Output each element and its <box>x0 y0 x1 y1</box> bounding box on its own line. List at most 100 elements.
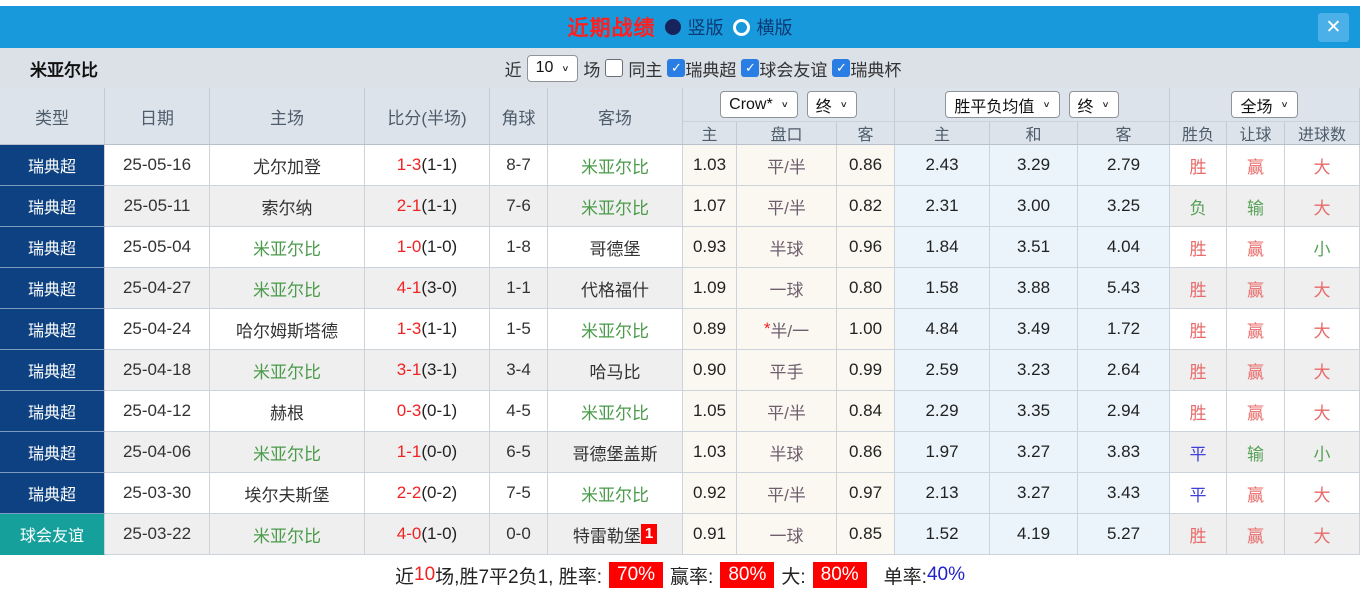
avg-draw-cell: 3.27 <box>990 473 1078 514</box>
recent-results-dialog: 近期战绩 竖版 横版 ✕ 米亚尔比 近 10 ∨ 场 同主 ✓ 瑞典超 ✓ 球会… <box>0 0 1360 595</box>
avg-away-cell: 2.79 <box>1078 145 1170 186</box>
table-row: 瑞典超 25-04-06 米亚尔比 1-1 (0-0) 6-5 哥德堡盖斯 1.0… <box>0 432 1360 473</box>
result-cell: 胜 <box>1170 227 1227 268</box>
corner-cell: 3-4 <box>490 350 548 391</box>
close-button[interactable]: ✕ <box>1318 13 1349 42</box>
table-row: 瑞典超 25-04-18 米亚尔比 3-1 (3-1) 3-4 哈马比 0.90 … <box>0 350 1360 391</box>
bookmaker-time-select[interactable]: 终 ∨ <box>806 91 857 118</box>
league-checkbox-checked[interactable]: ✓ <box>667 59 686 77</box>
home-team-cell: 埃尔夫斯堡 <box>210 473 365 514</box>
match-type-cell: 球会友谊 <box>0 514 105 555</box>
away-team-name: 哥德堡盖斯 <box>572 444 658 464</box>
odds-home-cell: 0.92 <box>683 473 737 514</box>
handicap-cell: 平/半 <box>737 391 837 432</box>
fulltime-score: 0-3 <box>396 401 422 420</box>
table-row: 瑞典超 25-04-24 哈尔姆斯塔德 1-3 (1-1) 1-5 米亚尔比 0.… <box>0 309 1360 350</box>
home-team-name: 米亚尔比 <box>253 444 321 464</box>
away-team-name: 米亚尔比 <box>581 321 649 341</box>
rows-count-select[interactable]: 10 ∨ <box>526 54 579 82</box>
radio-vertical-layout[interactable]: 竖版 <box>664 14 724 40</box>
avg-away-cell: 2.64 <box>1078 350 1170 391</box>
result-cell: 胜 <box>1170 350 1227 391</box>
col-header-type: 类型 <box>0 88 105 144</box>
col-header-away: 客场 <box>548 88 683 144</box>
match-date-cell: 25-04-12 <box>105 391 210 432</box>
handicap-result-cell: 赢 <box>1227 309 1285 350</box>
filters-group: 近 10 ∨ 场 同主 ✓ 瑞典超 ✓ 球会友谊 ✓ 瑞典杯 <box>459 54 901 82</box>
rows-count-value: 10 <box>535 59 554 76</box>
home-team-cell: 米亚尔比 <box>210 514 365 555</box>
handicap-cell: 平/半 <box>737 145 837 186</box>
handicap-result-cell: 赢 <box>1227 473 1285 514</box>
fulltime-score: 1-0 <box>396 237 422 256</box>
avg-time-select[interactable]: 终 ∨ <box>1068 91 1119 118</box>
win-rate-badge: 70% <box>609 562 664 588</box>
halftime-score: (0-0) <box>421 442 458 461</box>
handicap-cell: 半球 <box>737 227 837 268</box>
avg-draw-cell: 3.51 <box>990 227 1078 268</box>
filter-bar: 米亚尔比 近 10 ∨ 场 同主 ✓ 瑞典超 ✓ 球会友谊 ✓ 瑞典杯 <box>0 48 1360 88</box>
match-date-cell: 25-03-30 <box>105 473 210 514</box>
away-team-cell: 米亚尔比 <box>548 391 683 432</box>
home-team-cell: 赫根 <box>210 391 365 432</box>
match-date-cell: 25-04-06 <box>105 432 210 473</box>
home-team-cell: 米亚尔比 <box>210 227 365 268</box>
avg-draw-cell: 3.35 <box>990 391 1078 432</box>
result-cell: 平 <box>1170 473 1227 514</box>
result-cell: 平 <box>1170 432 1227 473</box>
odds-away-cell: 0.80 <box>837 268 895 309</box>
match-type-cell: 瑞典超 <box>0 145 105 186</box>
scope-select[interactable]: 全场 ∨ <box>1231 91 1298 118</box>
handicap-value: 半/一 <box>770 321 810 341</box>
radio-selected-icon[interactable] <box>664 19 681 35</box>
handicap-value: 平/半 <box>767 198 806 218</box>
dialog-titlebar: 近期战绩 竖版 横版 ✕ <box>0 6 1360 48</box>
sub-header-handicap: 盘口 <box>737 122 837 144</box>
home-team-name: 米亚尔比 <box>253 280 321 300</box>
corner-cell: 0-0 <box>490 514 548 555</box>
radio-horizontal-layout[interactable]: 横版 <box>732 14 793 40</box>
avg-select[interactable]: 胜平负均值 ∨ <box>945 91 1060 118</box>
summary-bar: 近 10 场,胜7平2负1, 胜率: 70% 赢率: 80% 大: 80% 单率… <box>0 555 1360 595</box>
odds-home-cell: 1.07 <box>683 186 737 227</box>
bookmaker-time-value: 终 <box>815 98 832 116</box>
corner-cell: 7-5 <box>490 473 548 514</box>
odds-away-cell: 0.99 <box>837 350 895 391</box>
chevron-down-icon: ∨ <box>561 63 570 73</box>
same-home-checkbox[interactable] <box>605 59 624 77</box>
halftime-score: (3-0) <box>421 278 458 297</box>
handicap-result-cell: 赢 <box>1227 350 1285 391</box>
handicap-cell: 平/半 <box>737 186 837 227</box>
home-team-name: 埃尔夫斯堡 <box>244 485 330 505</box>
away-team-cell: 代格福什 <box>548 268 683 309</box>
away-team-name: 米亚尔比 <box>581 403 649 423</box>
bookmaker-select[interactable]: Crow* ∨ <box>720 91 798 118</box>
avg-away-cell: 5.43 <box>1078 268 1170 309</box>
league-checkbox-checked[interactable]: ✓ <box>741 59 760 77</box>
home-team-name: 米亚尔比 <box>253 362 321 382</box>
score-cell: 4-0 (1-0) <box>365 514 490 555</box>
match-type-cell: 瑞典超 <box>0 473 105 514</box>
away-team-name: 米亚尔比 <box>581 485 649 505</box>
league-checkbox-checked[interactable]: ✓ <box>832 59 851 77</box>
table-row: 瑞典超 25-04-27 米亚尔比 4-1 (3-0) 1-1 代格福什 1.09… <box>0 268 1360 309</box>
handicap-result-cell: 输 <box>1227 186 1285 227</box>
avg-away-cell: 2.94 <box>1078 391 1170 432</box>
avg-draw-cell: 3.88 <box>990 268 1078 309</box>
fulltime-score: 2-2 <box>396 483 422 502</box>
avg-time-value: 终 <box>1077 98 1094 116</box>
goals-cell: 大 <box>1285 145 1360 186</box>
odds-home-cell: 1.03 <box>683 432 737 473</box>
match-date-cell: 25-05-16 <box>105 145 210 186</box>
goals-cell: 大 <box>1285 309 1360 350</box>
radio-unselected-icon[interactable] <box>732 18 750 36</box>
corner-cell: 6-5 <box>490 432 548 473</box>
match-date-cell: 25-05-11 <box>105 186 210 227</box>
avg-home-cell: 1.84 <box>895 227 990 268</box>
home-team-name: 索尔纳 <box>261 198 313 218</box>
scope-value: 全场 <box>1240 98 1273 116</box>
avg-header-group: 胜平负均值 ∨ 终 ∨ <box>895 88 1170 122</box>
away-team-cell: 哥德堡 <box>548 227 683 268</box>
col-header-date: 日期 <box>105 88 210 144</box>
odds-home-cell: 0.93 <box>683 227 737 268</box>
